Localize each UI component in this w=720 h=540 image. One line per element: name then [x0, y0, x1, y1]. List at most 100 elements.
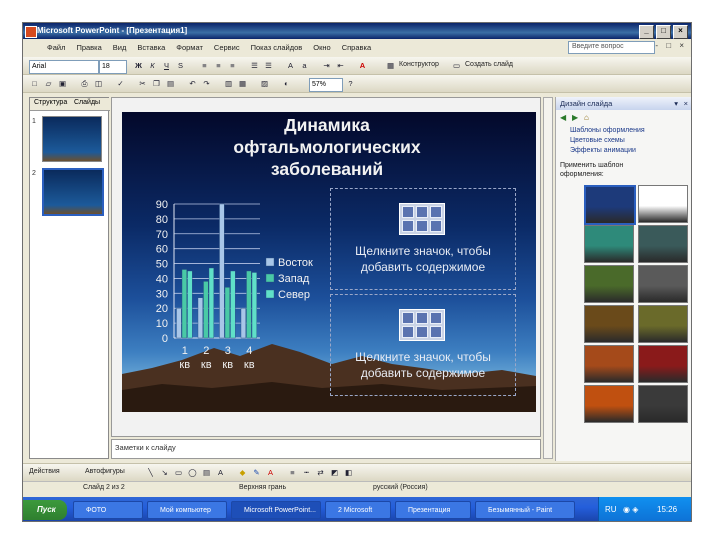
- arrow-style-icon[interactable]: ⇄: [315, 467, 326, 478]
- menu-help[interactable]: Справка: [342, 43, 371, 52]
- font-color-icon[interactable]: A: [357, 60, 368, 71]
- align-right-icon[interactable]: ≡: [227, 60, 238, 71]
- line-style-icon[interactable]: ≡: [287, 467, 298, 478]
- paste-icon[interactable]: ▤: [165, 78, 176, 89]
- insert-content-icons[interactable]: [399, 203, 445, 235]
- design-template-thumbnail[interactable]: [638, 345, 688, 383]
- shadow-style-icon[interactable]: ◩: [329, 467, 340, 478]
- slide-thumbnail-1[interactable]: [42, 116, 102, 162]
- design-template-thumbnail[interactable]: [638, 305, 688, 343]
- open-icon[interactable]: ▱: [43, 78, 54, 89]
- print-icon[interactable]: ⎙: [79, 78, 90, 89]
- taskbar-button-paint[interactable]: Безымянный - Paint: [475, 501, 575, 519]
- design-template-thumbnail[interactable]: [584, 265, 634, 303]
- minimize-button[interactable]: _: [639, 25, 654, 39]
- vertical-scrollbar[interactable]: [543, 97, 553, 459]
- redo-icon[interactable]: ↷: [201, 78, 212, 89]
- align-left-icon[interactable]: ≡: [199, 60, 210, 71]
- design-template-thumbnail[interactable]: [638, 225, 688, 263]
- underline-button[interactable]: Ч: [161, 60, 172, 71]
- taskbar-button-microsoft[interactable]: 2 Microsoft: [325, 501, 391, 519]
- preview-icon[interactable]: ◫: [93, 78, 104, 89]
- insert-content-icons[interactable]: [399, 309, 445, 341]
- grayscale-icon[interactable]: ◐: [281, 78, 292, 89]
- close-button[interactable]: ×: [673, 25, 688, 39]
- insert-chart-icon[interactable]: ▥: [223, 78, 234, 89]
- design-template-thumbnail[interactable]: [584, 345, 634, 383]
- save-icon[interactable]: ▣: [57, 78, 68, 89]
- tray-icons[interactable]: ◉ ◈: [623, 505, 638, 514]
- 3d-style-icon[interactable]: ◧: [343, 467, 354, 478]
- line-color-icon[interactable]: ✎: [251, 467, 262, 478]
- indent-icon[interactable]: ⇥: [321, 60, 332, 71]
- autoshapes-menu[interactable]: Автофигуры: [85, 468, 125, 475]
- design-template-thumbnail[interactable]: [638, 185, 688, 223]
- design-template-thumbnail[interactable]: [638, 265, 688, 303]
- content-placeholder-top[interactable]: Щелкните значок, чтобы добавить содержим…: [330, 188, 516, 290]
- font-size-select[interactable]: 18: [99, 60, 127, 74]
- taskbar-button-photo[interactable]: ФОТО: [73, 501, 143, 519]
- forward-arrow-icon[interactable]: ▶: [572, 113, 578, 122]
- menu-edit[interactable]: Правка: [76, 43, 101, 52]
- arrow-tool-icon[interactable]: ↘: [159, 467, 170, 478]
- rectangle-tool-icon[interactable]: ▭: [173, 467, 184, 478]
- designer-icon[interactable]: ▦: [385, 60, 396, 71]
- slide-thumbnail-2[interactable]: [42, 168, 104, 216]
- taskbar-button-presentation[interactable]: Презентация: [395, 501, 471, 519]
- zoom-select[interactable]: 57%: [309, 78, 343, 92]
- italic-button[interactable]: К: [147, 60, 158, 71]
- help-icon[interactable]: ?: [345, 78, 356, 89]
- design-template-thumbnail[interactable]: [584, 385, 634, 423]
- animation-effects-link[interactable]: Эффекты анимации: [570, 147, 636, 154]
- start-button[interactable]: Пуск: [23, 500, 67, 520]
- maximize-button[interactable]: □: [656, 25, 671, 39]
- menu-slideshow[interactable]: Показ слайдов: [251, 43, 303, 52]
- bullets-icon[interactable]: ☰: [263, 60, 274, 71]
- copy-icon[interactable]: ❐: [151, 78, 162, 89]
- line-tool-icon[interactable]: ╲: [145, 467, 156, 478]
- outdent-icon[interactable]: ⇤: [335, 60, 346, 71]
- task-pane-dropdown-icon[interactable]: ▾: [674, 97, 678, 110]
- dash-style-icon[interactable]: ┅: [301, 467, 312, 478]
- font-select[interactable]: Arial: [29, 60, 99, 74]
- tab-slides[interactable]: Слайды: [74, 99, 100, 106]
- font-color-draw-icon[interactable]: A: [265, 467, 276, 478]
- design-templates-link[interactable]: Шаблоны оформления: [570, 127, 645, 134]
- align-center-icon[interactable]: ≡: [213, 60, 224, 71]
- menu-insert[interactable]: Вставка: [137, 43, 165, 52]
- slide-canvas[interactable]: 0 10 20 30 40 50 60 70 80 90 1 кв 2 кв 3 кв 4 кв Восток Зап…: [122, 112, 536, 412]
- menu-file[interactable]: Файл: [47, 43, 65, 52]
- new-file-icon[interactable]: □: [29, 78, 40, 89]
- numbering-icon[interactable]: ☰: [249, 60, 260, 71]
- design-template-thumbnail[interactable]: [584, 225, 634, 263]
- actions-menu[interactable]: Действия: [29, 468, 60, 475]
- task-pane-close-icon[interactable]: ×: [684, 97, 688, 110]
- content-placeholder-bottom[interactable]: Щелкните значок, чтобы добавить содержим…: [330, 294, 516, 396]
- back-arrow-icon[interactable]: ◀: [560, 113, 566, 122]
- taskbar-button-my-computer[interactable]: Мой компьютер: [147, 501, 227, 519]
- tab-outline[interactable]: Структура: [34, 99, 67, 106]
- new-slide-button[interactable]: Создать слайд: [465, 61, 513, 68]
- new-slide-icon[interactable]: ▭: [451, 60, 462, 71]
- shadow-button[interactable]: S: [175, 60, 186, 71]
- spelling-icon[interactable]: ✓: [115, 78, 126, 89]
- design-template-thumbnail[interactable]: [584, 305, 634, 343]
- design-template-thumbnail[interactable]: [638, 385, 688, 423]
- help-question-input[interactable]: Введите вопрос: [568, 41, 655, 54]
- slide-title[interactable]: Динамика офтальмологических заболеваний: [182, 114, 472, 180]
- menu-tools[interactable]: Сервис: [214, 43, 240, 52]
- fill-color-icon[interactable]: ◆: [237, 467, 248, 478]
- wordart-tool-icon[interactable]: A: [215, 467, 226, 478]
- menu-format[interactable]: Формат: [176, 43, 203, 52]
- increase-font-icon[interactable]: A: [285, 60, 296, 71]
- design-template-thumbnail[interactable]: [584, 185, 636, 225]
- bold-button[interactable]: Ж: [133, 60, 144, 71]
- textbox-tool-icon[interactable]: ▤: [201, 467, 212, 478]
- insert-picture-icon[interactable]: ▨: [259, 78, 270, 89]
- undo-icon[interactable]: ↶: [187, 78, 198, 89]
- taskbar-button-powerpoint[interactable]: Microsoft PowerPoint...: [231, 501, 321, 519]
- designer-button[interactable]: Конструктор: [399, 61, 439, 68]
- menu-view[interactable]: Вид: [113, 43, 127, 52]
- insert-table-icon[interactable]: ▦: [237, 78, 248, 89]
- document-window-controls[interactable]: - □ ×: [655, 41, 687, 50]
